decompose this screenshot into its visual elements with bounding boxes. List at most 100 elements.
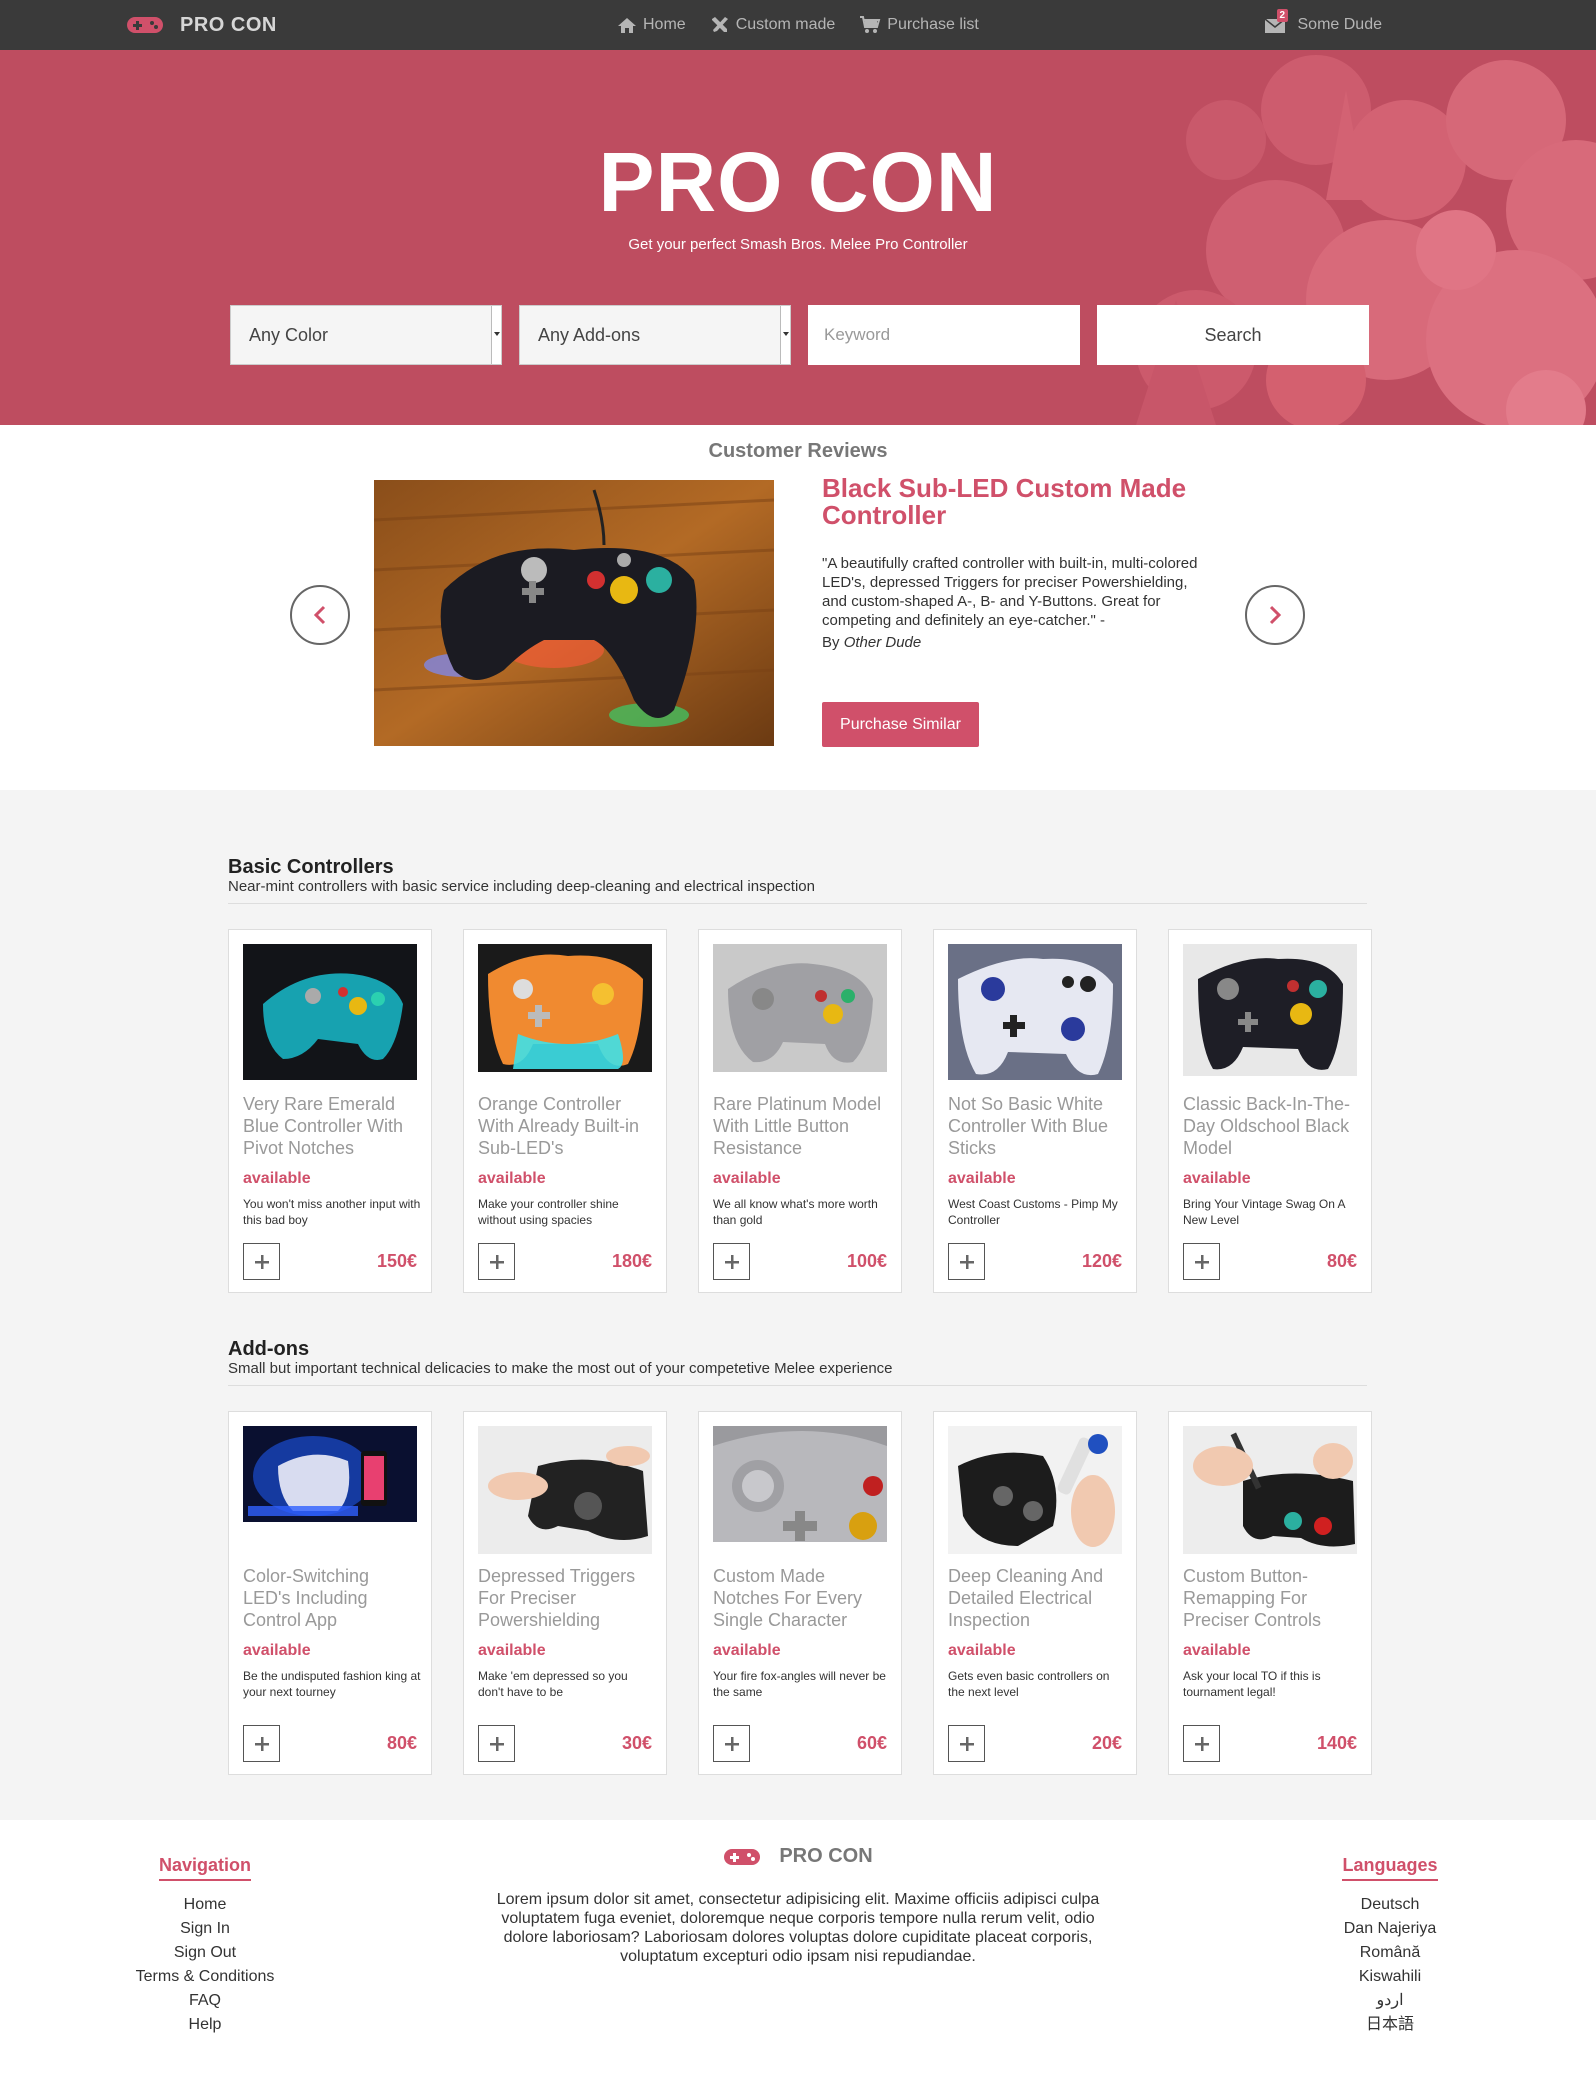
add-to-cart-button[interactable]: [478, 1725, 515, 1762]
product-card[interactable]: Orange Controller With Already Built-in …: [463, 929, 667, 1293]
addons-description: Small but important technical delicacies…: [228, 1360, 893, 1377]
product-description: West Coast Customs - Pimp My Controller: [948, 1197, 1118, 1227]
addons-title: Add-ons: [228, 1338, 310, 1360]
product-status: available: [478, 1170, 546, 1187]
wrench-icon: [711, 17, 728, 32]
review-quote: "A beautifully crafted controller with b…: [822, 555, 1198, 629]
brand[interactable]: PRO CON: [126, 0, 277, 50]
product-name[interactable]: Rare Platinum Model With Little Button R…: [713, 1093, 891, 1159]
carousel-prev-button[interactable]: [290, 585, 350, 645]
message-count-badge: 2: [1276, 9, 1289, 22]
hero-title: PRO CON: [598, 135, 998, 229]
product-name[interactable]: Not So Basic White Controller With Blue …: [948, 1093, 1126, 1159]
chevron-down-icon[interactable]: [780, 306, 790, 364]
add-to-cart-button[interactable]: [243, 1243, 280, 1280]
product-price: 20€: [1091, 1733, 1122, 1753]
product-price: 100€: [846, 1251, 887, 1271]
product-name[interactable]: Orange Controller With Already Built-in …: [478, 1093, 656, 1159]
product-card[interactable]: Color-Switching LED's Including Control …: [228, 1411, 432, 1775]
product-card[interactable]: Custom Button-Remapping For Preciser Con…: [1168, 1411, 1372, 1775]
language-option[interactable]: Dan Najeriya: [1290, 1917, 1490, 1941]
nav-home[interactable]: Home: [617, 16, 686, 34]
color-select-value: Any Color: [249, 324, 329, 345]
language-option[interactable]: اردو: [1290, 1989, 1490, 2013]
add-to-cart-button[interactable]: [713, 1725, 750, 1762]
product-card[interactable]: Depressed Triggers For Preciser Powershi…: [463, 1411, 667, 1775]
review-by-label: By: [822, 634, 840, 651]
addons-header: Add-ons Small but important technical de…: [228, 1338, 1367, 1386]
nav-custom-made[interactable]: Custom made: [710, 16, 835, 34]
product-card[interactable]: Very Rare Emerald Blue Controller With P…: [228, 929, 432, 1293]
user-menu[interactable]: 2 Some Dude: [1264, 0, 1383, 50]
review-content: Black Sub-LED Custom Made Controller "A …: [822, 475, 1202, 652]
purchase-similar-button[interactable]: Purchase Similar: [822, 702, 979, 747]
plus-icon: [724, 1736, 739, 1751]
plus-icon: [1194, 1736, 1209, 1751]
product-name[interactable]: Custom Button-Remapping For Preciser Con…: [1183, 1565, 1361, 1631]
main-nav: Home Custom made Purchase list: [617, 0, 979, 50]
add-to-cart-button[interactable]: [1183, 1243, 1220, 1280]
addons-select[interactable]: Any Add-ons: [519, 305, 791, 365]
product-card[interactable]: Deep Cleaning And Detailed Electrical In…: [933, 1411, 1137, 1775]
product-card[interactable]: Custom Made Notches For Every Single Cha…: [698, 1411, 902, 1775]
plus-icon: [959, 1254, 974, 1269]
product-description: Your fire fox-angles will never be the s…: [713, 1669, 886, 1699]
add-to-cart-button[interactable]: [948, 1243, 985, 1280]
user-name[interactable]: Some Dude: [1298, 16, 1383, 34]
product-image: [478, 1426, 652, 1554]
product-price: 60€: [856, 1733, 887, 1753]
add-to-cart-button[interactable]: [478, 1243, 515, 1280]
keyword-input[interactable]: [808, 305, 1080, 365]
product-description: We all know what's more worth than gold: [713, 1197, 878, 1227]
addons-list: Color-Switching LED's Including Control …: [228, 1411, 1372, 1775]
add-to-cart-button[interactable]: [243, 1725, 280, 1762]
footer-link-home[interactable]: Home: [105, 1893, 305, 1917]
product-status: available: [1183, 1170, 1251, 1187]
product-name[interactable]: Deep Cleaning And Detailed Electrical In…: [948, 1565, 1126, 1631]
product-status: available: [243, 1642, 311, 1659]
product-image: [243, 944, 417, 1080]
product-description: You won't miss another input with this b…: [243, 1197, 421, 1227]
add-to-cart-button[interactable]: [948, 1725, 985, 1762]
search-bar: Any Color Any Add-ons Search: [230, 305, 1369, 365]
product-card[interactable]: Classic Back-In-The-Day Oldschool Black …: [1168, 929, 1372, 1293]
search-button[interactable]: Search: [1097, 305, 1369, 365]
footer-brand-name: PRO CON: [779, 1845, 873, 1867]
messages-button[interactable]: 2: [1264, 9, 1289, 35]
language-option[interactable]: Kiswahili: [1290, 1965, 1490, 1989]
product-name[interactable]: Color-Switching LED's Including Control …: [243, 1565, 421, 1631]
footer-link-faq[interactable]: FAQ: [105, 1989, 305, 2013]
language-option[interactable]: 日本語: [1290, 2013, 1490, 2037]
product-price: 80€: [386, 1733, 417, 1753]
product-name[interactable]: Very Rare Emerald Blue Controller With P…: [243, 1093, 421, 1159]
product-price: 120€: [1081, 1251, 1122, 1271]
add-to-cart-button[interactable]: [1183, 1725, 1220, 1762]
product-card[interactable]: Not So Basic White Controller With Blue …: [933, 929, 1137, 1293]
product-status: available: [1183, 1642, 1251, 1659]
footer-link-sign-in[interactable]: Sign In: [105, 1917, 305, 1941]
carousel-next-button[interactable]: [1245, 585, 1305, 645]
home-icon: [618, 17, 636, 33]
nav-purchase-list[interactable]: Purchase list: [859, 16, 979, 34]
basic-controllers-header: Basic Controllers Near-mint controllers …: [228, 856, 1367, 904]
product-status: available: [713, 1642, 781, 1659]
basic-controllers-list: Very Rare Emerald Blue Controller With P…: [228, 929, 1372, 1293]
product-name[interactable]: Classic Back-In-The-Day Oldschool Black …: [1183, 1093, 1361, 1159]
nav-purchase-list-label: Purchase list: [887, 16, 979, 33]
color-select[interactable]: Any Color: [230, 305, 502, 365]
product-name[interactable]: Depressed Triggers For Preciser Powershi…: [478, 1565, 656, 1631]
language-option[interactable]: Deutsch: [1290, 1893, 1490, 1917]
product-card[interactable]: Rare Platinum Model With Little Button R…: [698, 929, 902, 1293]
product-image: [948, 1426, 1122, 1554]
footer-link-terms[interactable]: Terms & Conditions: [105, 1965, 305, 1989]
product-price: 150€: [376, 1251, 417, 1271]
chevron-down-icon[interactable]: [491, 306, 501, 364]
language-option[interactable]: Română: [1290, 1941, 1490, 1965]
plus-icon: [724, 1254, 739, 1269]
add-to-cart-button[interactable]: [713, 1243, 750, 1280]
hero-subtitle: Get your perfect Smash Bros. Melee Pro C…: [628, 236, 968, 253]
basic-controllers-title: Basic Controllers: [228, 856, 394, 878]
footer-link-sign-out[interactable]: Sign Out: [105, 1941, 305, 1965]
product-name[interactable]: Custom Made Notches For Every Single Cha…: [713, 1565, 891, 1631]
footer-link-help[interactable]: Help: [105, 2013, 305, 2037]
